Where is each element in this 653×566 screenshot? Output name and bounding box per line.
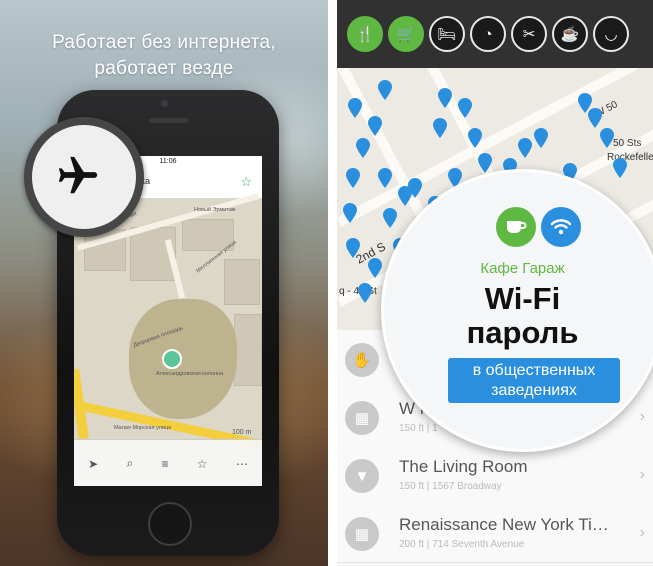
map-scale: 100 m: [232, 429, 252, 436]
promo-panel-right: W 50 50 Sts Rockefelle 2nd S q - 42 St 🍴…: [337, 0, 653, 566]
promo-headline: Работает без интернета, работает везде: [0, 30, 328, 82]
tag-line-1: в общественных: [472, 362, 596, 379]
location-arrow-icon[interactable]: ➤: [88, 457, 98, 471]
offline-map[interactable]: Дворцовая набережная Миллионная улица Дв…: [74, 193, 262, 450]
map-pin[interactable]: [577, 93, 593, 113]
map-pin[interactable]: [517, 138, 533, 158]
map-pin[interactable]: [382, 208, 398, 228]
map-pin[interactable]: [467, 128, 483, 148]
map-pin[interactable]: [477, 153, 493, 173]
map-label: Новый Эрмитаж: [194, 207, 236, 213]
tools-icon[interactable]: ✂: [511, 16, 547, 52]
map-pin[interactable]: [432, 118, 448, 138]
place-distance: 200 ft | 714 Seventh Avenue: [399, 539, 525, 550]
category-bar: 🍴 🛒 🛏 ◔ ✂ ☕ ◡: [337, 0, 653, 68]
phone-tab-bar: ➤ ⌕ ≡ ☆ ⋯: [74, 439, 262, 486]
chevron-right-icon: ›: [639, 466, 645, 483]
map-pin[interactable]: [457, 98, 473, 118]
map-pin[interactable]: [612, 158, 628, 178]
title-line-1: Wi-Fi: [484, 281, 561, 316]
tag-line-2: заведениях: [491, 382, 577, 399]
map-pin[interactable]: [377, 80, 393, 100]
beer-mug-icon[interactable]: ☕: [552, 16, 588, 52]
title-line-2: пароль: [466, 315, 579, 350]
map-pin[interactable]: [407, 178, 423, 198]
place-distance: 150 ft | 1567 Broadway: [399, 481, 502, 492]
map-pin[interactable]: [355, 138, 371, 158]
map-pin[interactable]: [599, 128, 615, 148]
map-label: 50 Sts: [613, 138, 642, 149]
airplane-icon: [58, 156, 98, 194]
star-outline-icon[interactable]: ☆: [240, 174, 252, 190]
list-item[interactable]: ▦ Renaissance New York Ti… 200 ft | 714 …: [337, 504, 653, 563]
map-pin[interactable]: [357, 283, 373, 303]
promo-panel-left: Работает без интернета, работает везде 1…: [0, 0, 328, 566]
menu-icon[interactable]: ≡: [162, 457, 169, 471]
chevron-right-icon: ›: [639, 524, 645, 541]
phone-camera: [161, 100, 168, 107]
map-pin[interactable]: [342, 203, 358, 223]
wifi-icon: [541, 207, 581, 247]
place-name: Кафе Гараж: [480, 260, 565, 277]
headline-line-2: работает везде: [94, 58, 234, 79]
coffee-cup-icon: [496, 207, 536, 247]
phone-speaker: [149, 118, 189, 123]
fork-knife-icon[interactable]: 🍴: [347, 16, 383, 52]
location-marker[interactable]: [162, 349, 182, 369]
map-square: [129, 299, 237, 419]
magnifier-callout: [24, 117, 144, 237]
callout-title: Wi-Fi пароль: [384, 282, 653, 350]
map-pin[interactable]: [345, 238, 361, 258]
map-pin[interactable]: [367, 258, 383, 278]
map-pin[interactable]: [377, 168, 393, 188]
map-pin[interactable]: [347, 98, 363, 118]
map-pin[interactable]: [345, 168, 361, 188]
status-time: 11:06: [159, 158, 177, 165]
star-outline-icon[interactable]: ☆: [197, 457, 208, 471]
list-item[interactable]: ▼ The Living Room 150 ft | 1567 Broadway…: [337, 446, 653, 505]
map-block: [224, 259, 260, 305]
cocktail-icon: ▼: [345, 459, 379, 493]
noodle-bowl-icon[interactable]: ◡: [593, 16, 629, 52]
callout-tag: в общественных заведениях: [448, 358, 620, 403]
place-name: Renaissance New York Ti…: [399, 515, 609, 534]
headline-line-1: Работает без интернета,: [52, 32, 276, 53]
wifi-callout: Кафе Гараж Wi-Fi пароль в общественных з…: [381, 169, 653, 452]
more-icon[interactable]: ⋯: [236, 457, 248, 471]
cart-icon[interactable]: 🛒: [388, 16, 424, 52]
map-block: [234, 314, 262, 386]
map-pin[interactable]: [367, 116, 383, 136]
pizza-icon[interactable]: ◔: [470, 16, 506, 52]
map-label: Малая Морская улица: [114, 425, 172, 431]
hand-icon: ✋: [345, 343, 379, 377]
map-pin[interactable]: [437, 88, 453, 108]
map-pin[interactable]: [533, 128, 549, 148]
bed-icon[interactable]: 🛏: [429, 16, 465, 52]
building-icon: ▦: [345, 401, 379, 435]
place-name: The Living Room: [399, 457, 528, 476]
search-icon[interactable]: ⌕: [126, 456, 133, 471]
place-distance: 150 ft | 1: [399, 423, 438, 434]
map-label: Александровская колонна: [156, 371, 224, 377]
home-button: [148, 502, 192, 546]
building-icon: ▦: [345, 517, 379, 551]
chevron-right-icon: ›: [639, 408, 645, 425]
